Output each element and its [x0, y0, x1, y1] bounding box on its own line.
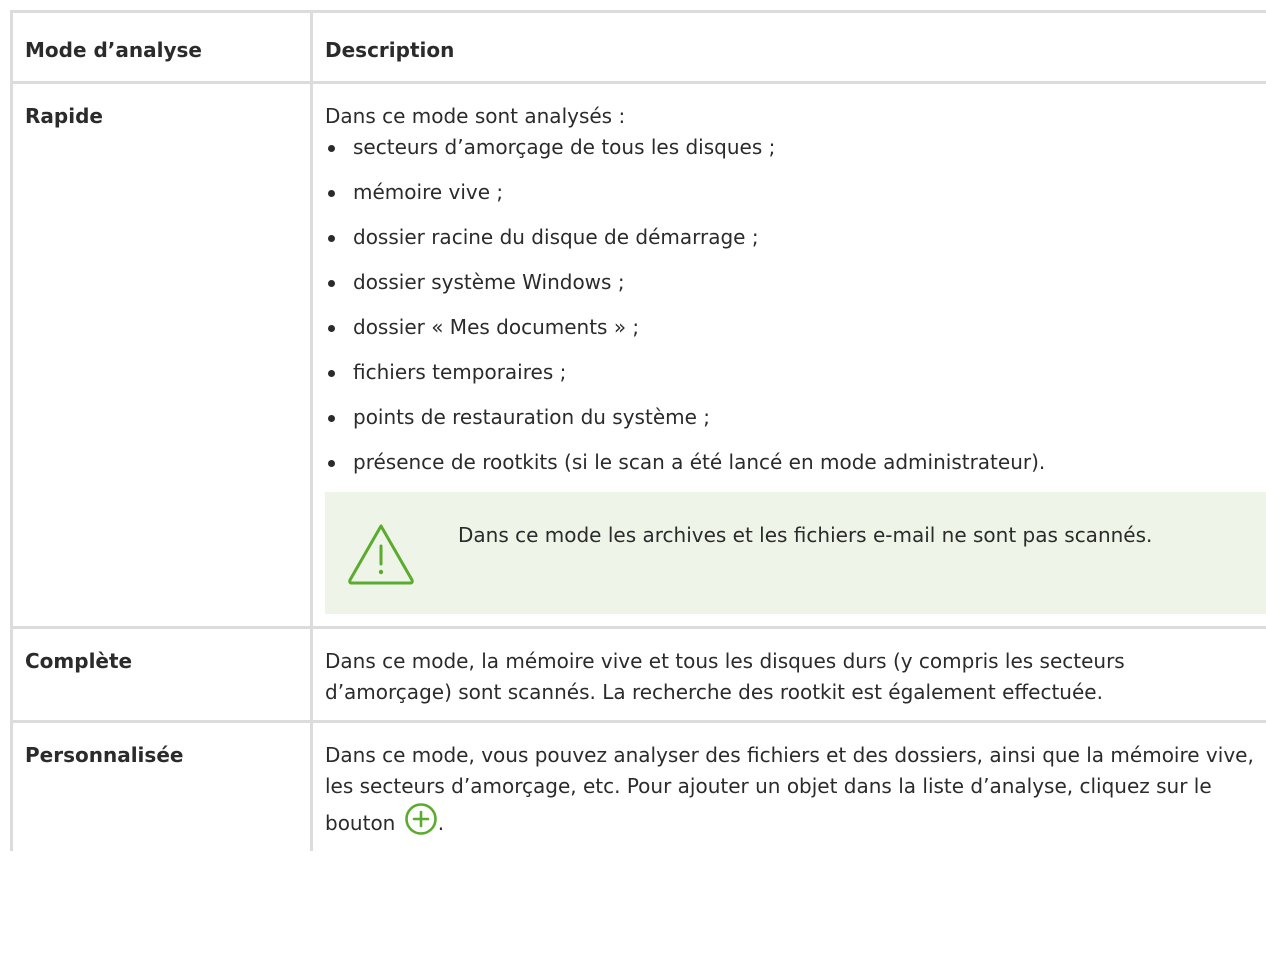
list-item-text: mémoire vive ;	[353, 180, 504, 204]
list-item: présence de rootkits (si le scan a été l…	[325, 447, 1254, 478]
page: Mode d’analyse Description Rapide Dans c…	[0, 0, 1266, 954]
warning-triangle-icon	[348, 524, 414, 585]
list-item: dossier « Mes documents » ;	[325, 312, 1254, 343]
personnalisee-paragraph: Dans ce mode, vous pouvez analyser des f…	[325, 740, 1254, 839]
complete-text: Dans ce mode, la mémoire vive et tous le…	[325, 649, 1125, 704]
table-row-complete: Complète Dans ce mode, la mémoire vive e…	[10, 626, 1266, 723]
list-item: secteurs d’amorçage de tous les disques …	[325, 132, 1254, 163]
list-item-text: secteurs d’amorçage de tous les disques …	[353, 135, 776, 159]
list-item: fichiers temporaires ;	[325, 357, 1254, 388]
list-item-text: points de restauration du système ;	[353, 405, 711, 429]
description-complete: Dans ce mode, la mémoire vive et tous le…	[310, 626, 1266, 723]
warning-note-text: Dans ce mode les archives et les fichier…	[458, 523, 1153, 547]
list-item-text: dossier « Mes documents » ;	[353, 315, 640, 339]
bullet-icon	[328, 325, 335, 332]
header-description: Description	[310, 10, 1266, 84]
bullet-icon	[328, 145, 335, 152]
personnalisee-text: Dans ce mode, vous pouvez analyser des f…	[325, 743, 1254, 835]
bullet-icon	[328, 280, 335, 287]
description-personnalisee: Dans ce mode, vous pouvez analyser des f…	[310, 720, 1266, 851]
scan-modes-table: Mode d’analyse Description Rapide Dans c…	[10, 10, 1266, 851]
mode-name-complete: Complète	[10, 626, 313, 723]
list-item-text: dossier racine du disque de démarrage ;	[353, 225, 759, 249]
header-mode: Mode d’analyse	[10, 10, 313, 84]
bullet-icon	[328, 415, 335, 422]
rapide-intro: Dans ce mode sont analysés :	[325, 104, 626, 128]
list-item-text: présence de rootkits (si le scan a été l…	[353, 450, 1046, 474]
list-item: dossier système Windows ;	[325, 267, 1254, 298]
table-header-row: Mode d’analyse Description	[10, 10, 1266, 84]
mode-name-rapide: Rapide	[10, 81, 313, 629]
table-row-personnalisee: Personnalisée Dans ce mode, vous pouvez …	[10, 720, 1266, 851]
bullet-icon	[328, 235, 335, 242]
bullet-icon	[328, 370, 335, 377]
bullet-icon	[328, 190, 335, 197]
list-item-text: fichiers temporaires ;	[353, 360, 567, 384]
bullet-icon	[328, 460, 335, 467]
warning-note: Dans ce mode les archives et les fichier…	[325, 492, 1266, 614]
rapide-scan-list: secteurs d’amorçage de tous les disques …	[325, 132, 1254, 478]
add-circle-icon	[404, 803, 437, 835]
list-item: mémoire vive ;	[325, 177, 1254, 208]
table-row-rapide: Rapide Dans ce mode sont analysés : sect…	[10, 81, 1266, 629]
personnalisee-text-end: .	[437, 811, 445, 835]
list-item: points de restauration du système ;	[325, 402, 1254, 433]
list-item-text: dossier système Windows ;	[353, 270, 625, 294]
list-item: dossier racine du disque de démarrage ;	[325, 222, 1254, 253]
mode-name-personnalisee: Personnalisée	[10, 720, 313, 851]
description-rapide: Dans ce mode sont analysés : secteurs d’…	[310, 81, 1266, 629]
